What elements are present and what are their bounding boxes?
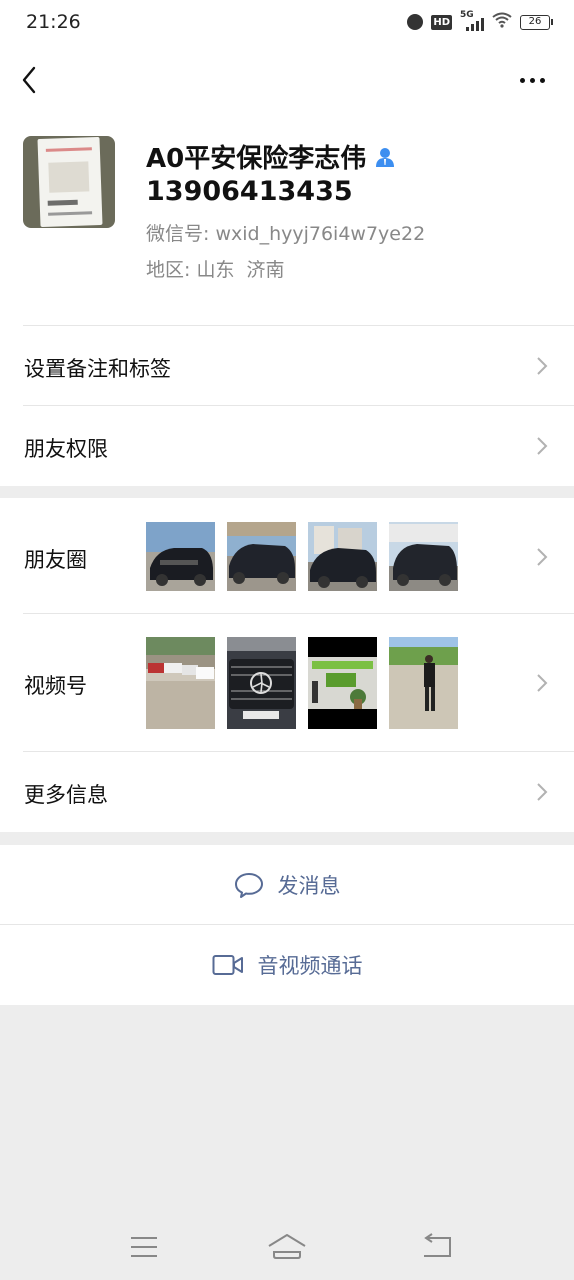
wechat-id-label: 微信号:	[146, 223, 210, 245]
region: 地区: 山东 济南	[146, 255, 285, 282]
top-nav	[0, 46, 574, 116]
channels-video	[146, 637, 215, 729]
chevron-right-icon	[537, 783, 548, 801]
moments-photo	[389, 522, 458, 591]
more-options-button[interactable]	[512, 66, 552, 94]
home-icon	[268, 1234, 306, 1259]
wechat-id: 微信号: wxid_hyyj76i4w7ye22	[146, 219, 425, 246]
menu-nav-button[interactable]	[124, 1232, 164, 1262]
chevron-right-icon	[537, 437, 548, 455]
status-time: 21:26	[26, 11, 81, 33]
moments-label: 朋友圈	[24, 548, 87, 572]
contact-name: A0平安保险李志伟	[146, 144, 367, 174]
system-nav-bar	[0, 1212, 574, 1280]
hd-icon: HD	[431, 14, 452, 30]
friend-permissions-label: 朋友权限	[24, 437, 108, 461]
region-label: 地区:	[146, 259, 191, 281]
more-info-row[interactable]: 更多信息	[0, 752, 574, 832]
chevron-left-icon	[22, 66, 36, 94]
channels-video	[227, 637, 296, 729]
5g-signal-icon: 5G	[460, 10, 484, 31]
status-icons: HD 5G 26	[407, 10, 553, 32]
moments-thumbnails	[146, 522, 458, 591]
channels-label: 视频号	[24, 674, 87, 698]
send-message-button[interactable]: 发消息	[0, 845, 574, 924]
channels-thumbnails	[146, 637, 458, 729]
chevron-right-icon	[537, 674, 548, 692]
user-icon	[376, 147, 395, 167]
alarm-icon	[407, 14, 424, 30]
region-value: 山东 济南	[196, 259, 285, 281]
menu-icon	[131, 1237, 157, 1257]
avatar[interactable]	[23, 136, 115, 228]
moments-photo	[146, 522, 215, 591]
wifi-icon	[492, 12, 512, 32]
channels-video	[308, 637, 377, 729]
back-button[interactable]	[18, 64, 50, 96]
send-message-label: 发消息	[277, 873, 341, 898]
video-camera-icon	[212, 955, 243, 975]
chevron-right-icon	[537, 357, 548, 375]
home-nav-button[interactable]	[266, 1232, 308, 1262]
return-icon	[424, 1233, 451, 1257]
channels-row[interactable]: 视频号	[0, 614, 574, 752]
video-call-label: 音视频通话	[257, 954, 363, 978]
moments-photo	[308, 522, 377, 591]
friend-permissions-row[interactable]: 朋友权限	[0, 406, 574, 486]
remarks-tags-label: 设置备注和标签	[24, 357, 171, 381]
contact-phone: 13906413435	[146, 176, 353, 207]
status-bar: 21:26 HD 5G 26	[0, 0, 574, 46]
more-info-label: 更多信息	[24, 783, 108, 807]
chat-bubble-icon	[234, 872, 263, 898]
remarks-tags-row[interactable]: 设置备注和标签	[0, 326, 574, 406]
back-nav-button[interactable]	[418, 1232, 458, 1262]
wechat-id-value: wxid_hyyj76i4w7ye22	[215, 223, 426, 245]
moments-photo	[227, 522, 296, 591]
chevron-right-icon	[537, 548, 548, 566]
name-row: A0平安保险李志伟	[146, 138, 396, 175]
profile-header: A0平安保险李志伟 13906413435 微信号: wxid_hyyj76i4…	[0, 116, 574, 326]
battery-icon: 26	[520, 14, 553, 30]
more-dots-icon	[519, 77, 525, 83]
video-call-button[interactable]: 音视频通话	[0, 925, 574, 1005]
channels-video	[389, 637, 458, 729]
moments-row[interactable]: 朋友圈	[0, 498, 574, 614]
